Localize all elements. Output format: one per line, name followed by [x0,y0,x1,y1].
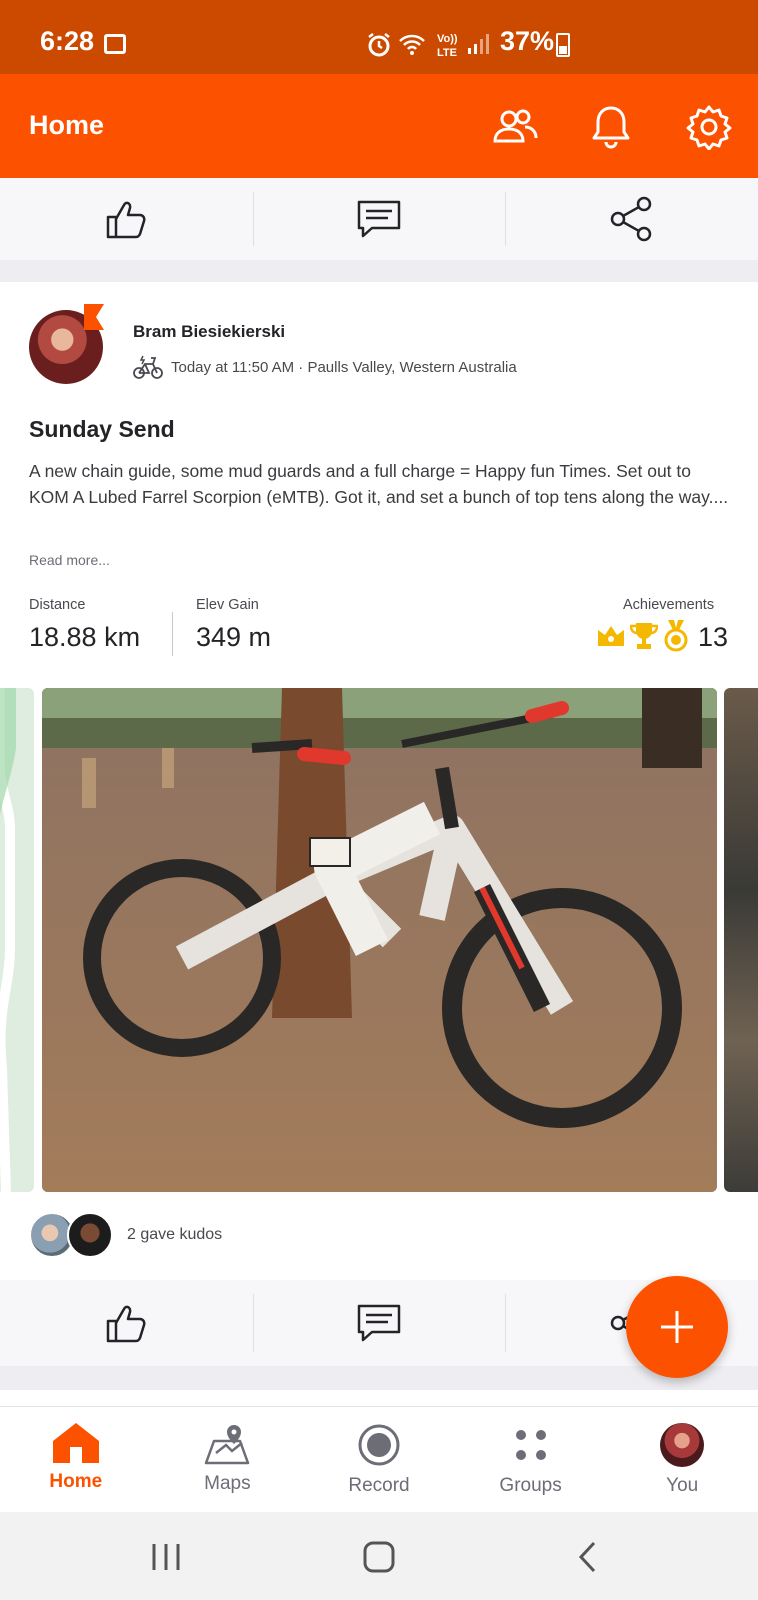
thumbs-up-icon [107,1305,146,1343]
kudos-button[interactable] [0,178,253,260]
wifi-calling-icon [399,34,425,55]
battery-icon [556,33,570,57]
gallery-notification-icon [104,34,126,54]
subscriber-badge-icon [84,304,104,330]
distance-value: 18.88 km [29,622,141,652]
thumbs-up-icon [107,201,146,239]
bell-icon [592,106,630,149]
distance-label: Distance [29,597,86,613]
route-map-thumbnail[interactable] [0,688,34,1192]
people-icon [493,109,538,143]
app-bar: Home [0,74,758,178]
activity-meta: Today at 11:50 AM · Paulls Valley, Weste… [133,354,517,380]
next-photo-preview[interactable] [724,688,758,1192]
create-post-button[interactable] [626,1276,728,1378]
medal-icon [664,620,688,652]
achievement-icons [596,620,690,652]
comment-button[interactable] [252,1280,506,1366]
nav-maps[interactable]: Maps [152,1407,304,1512]
elev-gain-label: Elev Gain [196,597,259,613]
share-button[interactable] [505,178,758,260]
kudos-count: 2 gave kudos [127,1226,223,1243]
nav-record[interactable]: Record [303,1407,455,1512]
nav-you[interactable]: You [606,1407,758,1512]
activity-date-location: Today at 11:50 AM · Paulls Valley, Weste… [171,358,517,376]
feed-divider [0,1366,758,1390]
elev-gain-value: 349 m [196,622,272,652]
record-icon [358,1424,400,1466]
home-system-icon[interactable] [362,1540,396,1574]
share-icon [610,196,651,242]
nav-groups[interactable]: Groups [455,1407,607,1512]
previous-post-actions [0,178,758,260]
trophy-icon [630,623,658,649]
feed-divider [0,260,758,282]
find-friends-button[interactable] [488,100,542,154]
bottom-nav: Home Maps Record Groups You [0,1406,758,1512]
kudos-summary[interactable]: 2 gave kudos [29,1212,222,1258]
nav-label: Home [49,1471,103,1492]
comment-icon [357,1304,401,1342]
achievements-count: 13 [698,622,729,652]
groups-icon [515,1430,546,1460]
settings-button[interactable] [682,100,736,154]
home-icon [52,1423,99,1463]
athlete-name[interactable]: Bram Biesiekierski [133,322,285,342]
kudos-button[interactable] [0,1280,253,1366]
ebike-photo [42,688,717,1192]
nav-label: Maps [204,1473,251,1494]
ebike-icon [133,355,163,379]
battery-percent: 37% [500,26,555,56]
maps-icon [205,1425,250,1465]
page-title: Home [29,110,105,140]
activity-description: A new chain guide, some mud guards and a… [29,461,729,507]
nav-label: Record [348,1475,410,1496]
achievements-label: Achievements [623,597,715,613]
crown-icon [598,626,624,646]
activity-photo[interactable] [42,688,717,1192]
nav-label: Groups [499,1475,562,1496]
gear-icon [686,105,732,150]
activity-title[interactable]: Sunday Send [29,416,175,443]
nav-home[interactable]: Home [0,1407,152,1512]
kudo-avatar [67,1212,113,1258]
stat-divider [172,612,173,656]
signal-icon [468,34,489,54]
comment-icon [357,200,401,238]
recent-apps-icon[interactable] [150,1542,182,1572]
back-icon[interactable] [576,1540,600,1574]
read-more-link[interactable]: Read more... [29,552,110,568]
svg-text:LTE: LTE [437,47,457,59]
alarm-icon [368,33,390,57]
plus-icon [661,1311,693,1343]
status-bar: 6:28 Vo)) LTE 37% [0,0,758,74]
nav-label: You [666,1475,699,1496]
profile-avatar [660,1423,705,1467]
media-carousel[interactable] [0,688,758,1192]
status-time: 6:28 [40,26,95,56]
volte-icon: Vo)) LTE [437,33,458,59]
svg-text:Vo)): Vo)) [437,33,458,45]
comment-button[interactable] [252,178,506,260]
notifications-button[interactable] [584,100,638,154]
system-navigation-bar [0,1512,758,1600]
